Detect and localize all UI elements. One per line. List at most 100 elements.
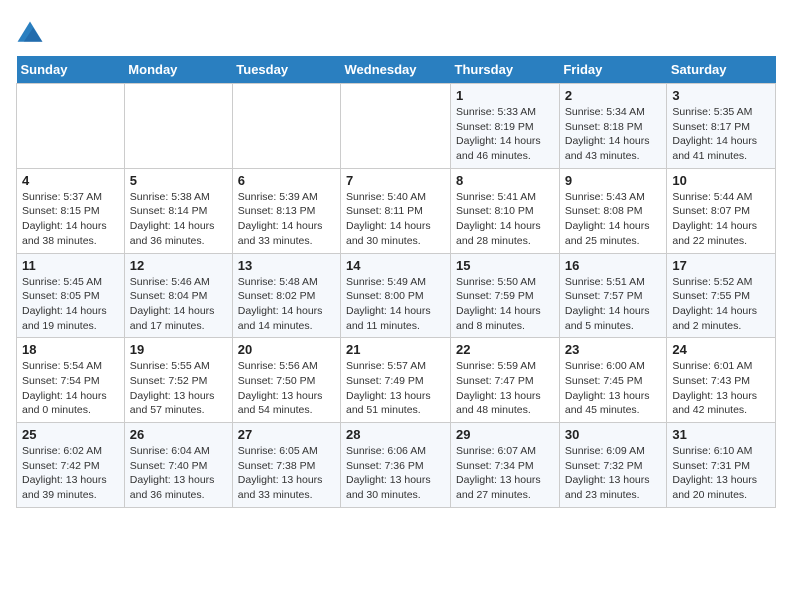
table-row: 30Sunrise: 6:09 AM Sunset: 7:32 PM Dayli… [559,423,667,508]
day-number: 25 [22,427,119,442]
day-number: 22 [456,342,554,357]
day-number: 23 [565,342,662,357]
day-detail: Sunrise: 5:35 AM Sunset: 8:17 PM Dayligh… [672,105,770,164]
table-row: 22 Sunrise: 5:59 AM Sunset: 7:47 PM Dayli… [451,338,560,423]
day-detail: Sunrise: 5:56 AM Sunset: 7:50 PM Dayligh… [238,359,335,418]
day-number: 29 [456,427,554,442]
table-row: 19 Sunrise: 5:55 AM Sunset: 7:52 PM Dayli… [124,338,232,423]
day-number: 28 [346,427,445,442]
day-detail: Sunrise: 6:06 AM Sunset: 7:36 PM Dayligh… [346,444,445,503]
table-row: 16 Sunrise: 5:51 AM Sunset: 7:57 PM Dayli… [559,253,667,338]
day-number: 3 [672,88,770,103]
table-row: 24 Sunrise: 6:01 AM Sunset: 7:43 PM Dayli… [667,338,776,423]
day-detail: Sunrise: 5:55 AM Sunset: 7:52 PM Dayligh… [130,359,227,418]
page-header [16,16,776,48]
day-number: 4 [22,173,119,188]
table-row: 7Sunrise: 5:40 AM Sunset: 8:11 PM Daylig… [341,168,451,253]
day-detail: Sunrise: 5:33 AM Sunset: 8:19 PM Dayligh… [456,105,554,164]
table-row: 26 Sunrise: 6:04 AM Sunset: 7:40 PM Dayli… [124,423,232,508]
day-number: 13 [238,258,335,273]
table-row: 1 Sunrise: 5:33 AM Sunset: 8:19 PM Daylig… [451,84,560,169]
calendar-table: SundayMondayTuesdayWednesdayThursdayFrid… [16,56,776,508]
logo-icon [16,20,44,48]
table-row: 15 Sunrise: 5:50 AM Sunset: 7:59 PM Dayli… [451,253,560,338]
day-detail: Sunrise: 5:49 AM Sunset: 8:00 PM Dayligh… [346,275,445,334]
day-number: 19 [130,342,227,357]
day-detail: Sunrise: 5:43 AM Sunset: 8:08 PM Dayligh… [565,190,662,249]
table-row [17,84,125,169]
day-detail: Sunrise: 5:46 AM Sunset: 8:04 PM Dayligh… [130,275,227,334]
day-number: 2 [565,88,662,103]
day-number: 16 [565,258,662,273]
table-row: 9 Sunrise: 5:43 AM Sunset: 8:08 PM Daylig… [559,168,667,253]
day-number: 15 [456,258,554,273]
day-number: 5 [130,173,227,188]
table-row [341,84,451,169]
table-row [232,84,340,169]
day-number: 26 [130,427,227,442]
day-detail: Sunrise: 5:48 AM Sunset: 8:02 PM Dayligh… [238,275,335,334]
table-row: 18Sunrise: 5:54 AM Sunset: 7:54 PM Dayli… [17,338,125,423]
col-header-thursday: Thursday [451,56,560,84]
day-number: 1 [456,88,554,103]
day-number: 7 [346,173,445,188]
table-row: 25 Sunrise: 6:02 AM Sunset: 7:42 PM Dayli… [17,423,125,508]
day-number: 20 [238,342,335,357]
day-detail: Sunrise: 5:57 AM Sunset: 7:49 PM Dayligh… [346,359,445,418]
day-number: 27 [238,427,335,442]
day-detail: Sunrise: 5:45 AM Sunset: 8:05 PM Dayligh… [22,275,119,334]
day-detail: Sunrise: 5:34 AM Sunset: 8:18 PM Dayligh… [565,105,662,164]
day-detail: Sunrise: 6:10 AM Sunset: 7:31 PM Dayligh… [672,444,770,503]
col-header-saturday: Saturday [667,56,776,84]
day-detail: Sunrise: 5:37 AM Sunset: 8:15 PM Dayligh… [22,190,119,249]
table-row: 28 Sunrise: 6:06 AM Sunset: 7:36 PM Dayli… [341,423,451,508]
col-header-wednesday: Wednesday [341,56,451,84]
day-number: 30 [565,427,662,442]
table-row: 29Sunrise: 6:07 AM Sunset: 7:34 PM Dayli… [451,423,560,508]
day-detail: Sunrise: 5:52 AM Sunset: 7:55 PM Dayligh… [672,275,770,334]
day-detail: Sunrise: 6:05 AM Sunset: 7:38 PM Dayligh… [238,444,335,503]
table-row: 13 Sunrise: 5:48 AM Sunset: 8:02 PM Dayli… [232,253,340,338]
day-detail: Sunrise: 5:38 AM Sunset: 8:14 PM Dayligh… [130,190,227,249]
day-number: 17 [672,258,770,273]
table-row: 5 Sunrise: 5:38 AM Sunset: 8:14 PM Daylig… [124,168,232,253]
table-row: 2 Sunrise: 5:34 AM Sunset: 8:18 PM Daylig… [559,84,667,169]
day-number: 12 [130,258,227,273]
day-number: 11 [22,258,119,273]
table-row [124,84,232,169]
day-number: 6 [238,173,335,188]
day-number: 31 [672,427,770,442]
day-detail: Sunrise: 6:04 AM Sunset: 7:40 PM Dayligh… [130,444,227,503]
table-row: 10 Sunrise: 5:44 AM Sunset: 8:07 PM Dayli… [667,168,776,253]
day-detail: Sunrise: 5:44 AM Sunset: 8:07 PM Dayligh… [672,190,770,249]
col-header-monday: Monday [124,56,232,84]
day-detail: Sunrise: 6:02 AM Sunset: 7:42 PM Dayligh… [22,444,119,503]
table-row: 21 Sunrise: 5:57 AM Sunset: 7:49 PM Dayli… [341,338,451,423]
table-row: 23 Sunrise: 6:00 AM Sunset: 7:45 PM Dayli… [559,338,667,423]
logo [16,20,46,48]
table-row: 6 Sunrise: 5:39 AM Sunset: 8:13 PM Daylig… [232,168,340,253]
table-row: 17 Sunrise: 5:52 AM Sunset: 7:55 PM Dayli… [667,253,776,338]
day-number: 21 [346,342,445,357]
table-row: 12 Sunrise: 5:46 AM Sunset: 8:04 PM Dayli… [124,253,232,338]
day-detail: Sunrise: 5:39 AM Sunset: 8:13 PM Dayligh… [238,190,335,249]
table-row: 8Sunrise: 5:41 AM Sunset: 8:10 PM Daylig… [451,168,560,253]
table-row: 3 Sunrise: 5:35 AM Sunset: 8:17 PM Daylig… [667,84,776,169]
table-row: 27 Sunrise: 6:05 AM Sunset: 7:38 PM Dayli… [232,423,340,508]
table-row: 20 Sunrise: 5:56 AM Sunset: 7:50 PM Dayli… [232,338,340,423]
day-detail: Sunrise: 5:51 AM Sunset: 7:57 PM Dayligh… [565,275,662,334]
day-number: 9 [565,173,662,188]
day-number: 10 [672,173,770,188]
table-row: 31 Sunrise: 6:10 AM Sunset: 7:31 PM Dayli… [667,423,776,508]
day-number: 14 [346,258,445,273]
col-header-friday: Friday [559,56,667,84]
col-header-tuesday: Tuesday [232,56,340,84]
day-detail: Sunrise: 5:59 AM Sunset: 7:47 PM Dayligh… [456,359,554,418]
day-number: 24 [672,342,770,357]
day-detail: Sunrise: 5:41 AM Sunset: 8:10 PM Dayligh… [456,190,554,249]
day-detail: Sunrise: 6:00 AM Sunset: 7:45 PM Dayligh… [565,359,662,418]
day-detail: Sunrise: 5:50 AM Sunset: 7:59 PM Dayligh… [456,275,554,334]
table-row: 14 Sunrise: 5:49 AM Sunset: 8:00 PM Dayli… [341,253,451,338]
col-header-sunday: Sunday [17,56,125,84]
day-detail: Sunrise: 6:01 AM Sunset: 7:43 PM Dayligh… [672,359,770,418]
